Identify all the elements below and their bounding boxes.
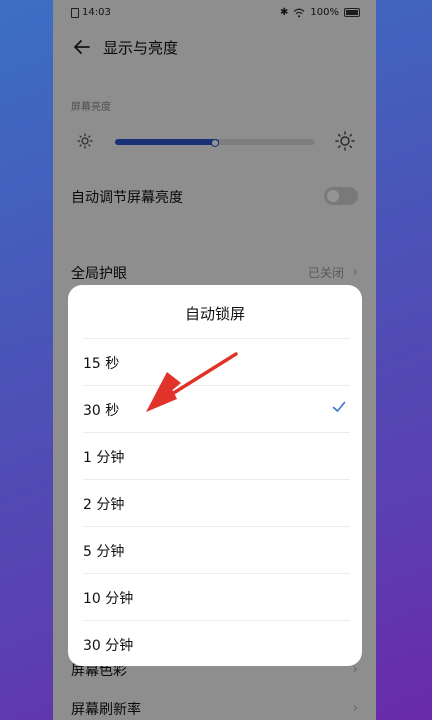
option-row[interactable]: 30 秒 xyxy=(68,385,362,432)
option-label: 30 秒 xyxy=(83,403,120,419)
option-divider xyxy=(83,432,350,433)
option-label: 15 秒 xyxy=(83,356,120,372)
option-row[interactable]: 5 分钟 xyxy=(68,526,362,573)
checkmark-icon xyxy=(332,401,346,412)
option-label: 30 分钟 xyxy=(83,638,134,654)
option-row[interactable]: 10 分钟 xyxy=(68,573,362,620)
option-label: 2 分钟 xyxy=(83,497,125,513)
auto-lock-dialog: 自动锁屏 15 秒 30 秒 1 分钟 2 分钟 5 分钟 10 分钟 30 分钟 xyxy=(68,285,362,666)
dialog-title: 自动锁屏 xyxy=(184,305,245,323)
option-divider xyxy=(83,526,350,527)
option-divider xyxy=(83,479,350,480)
option-divider xyxy=(83,620,350,621)
option-row[interactable]: 15 秒 xyxy=(68,338,362,385)
option-row[interactable]: 30 分钟 xyxy=(68,620,362,666)
option-label: 5 分钟 xyxy=(83,544,125,560)
option-divider xyxy=(83,573,350,574)
option-label: 1 分钟 xyxy=(83,450,125,466)
option-row[interactable]: 1 分钟 xyxy=(68,432,362,479)
option-divider xyxy=(83,338,350,339)
option-row[interactable]: 2 分钟 xyxy=(68,479,362,526)
option-label: 10 分钟 xyxy=(83,591,134,607)
option-divider xyxy=(83,385,350,386)
